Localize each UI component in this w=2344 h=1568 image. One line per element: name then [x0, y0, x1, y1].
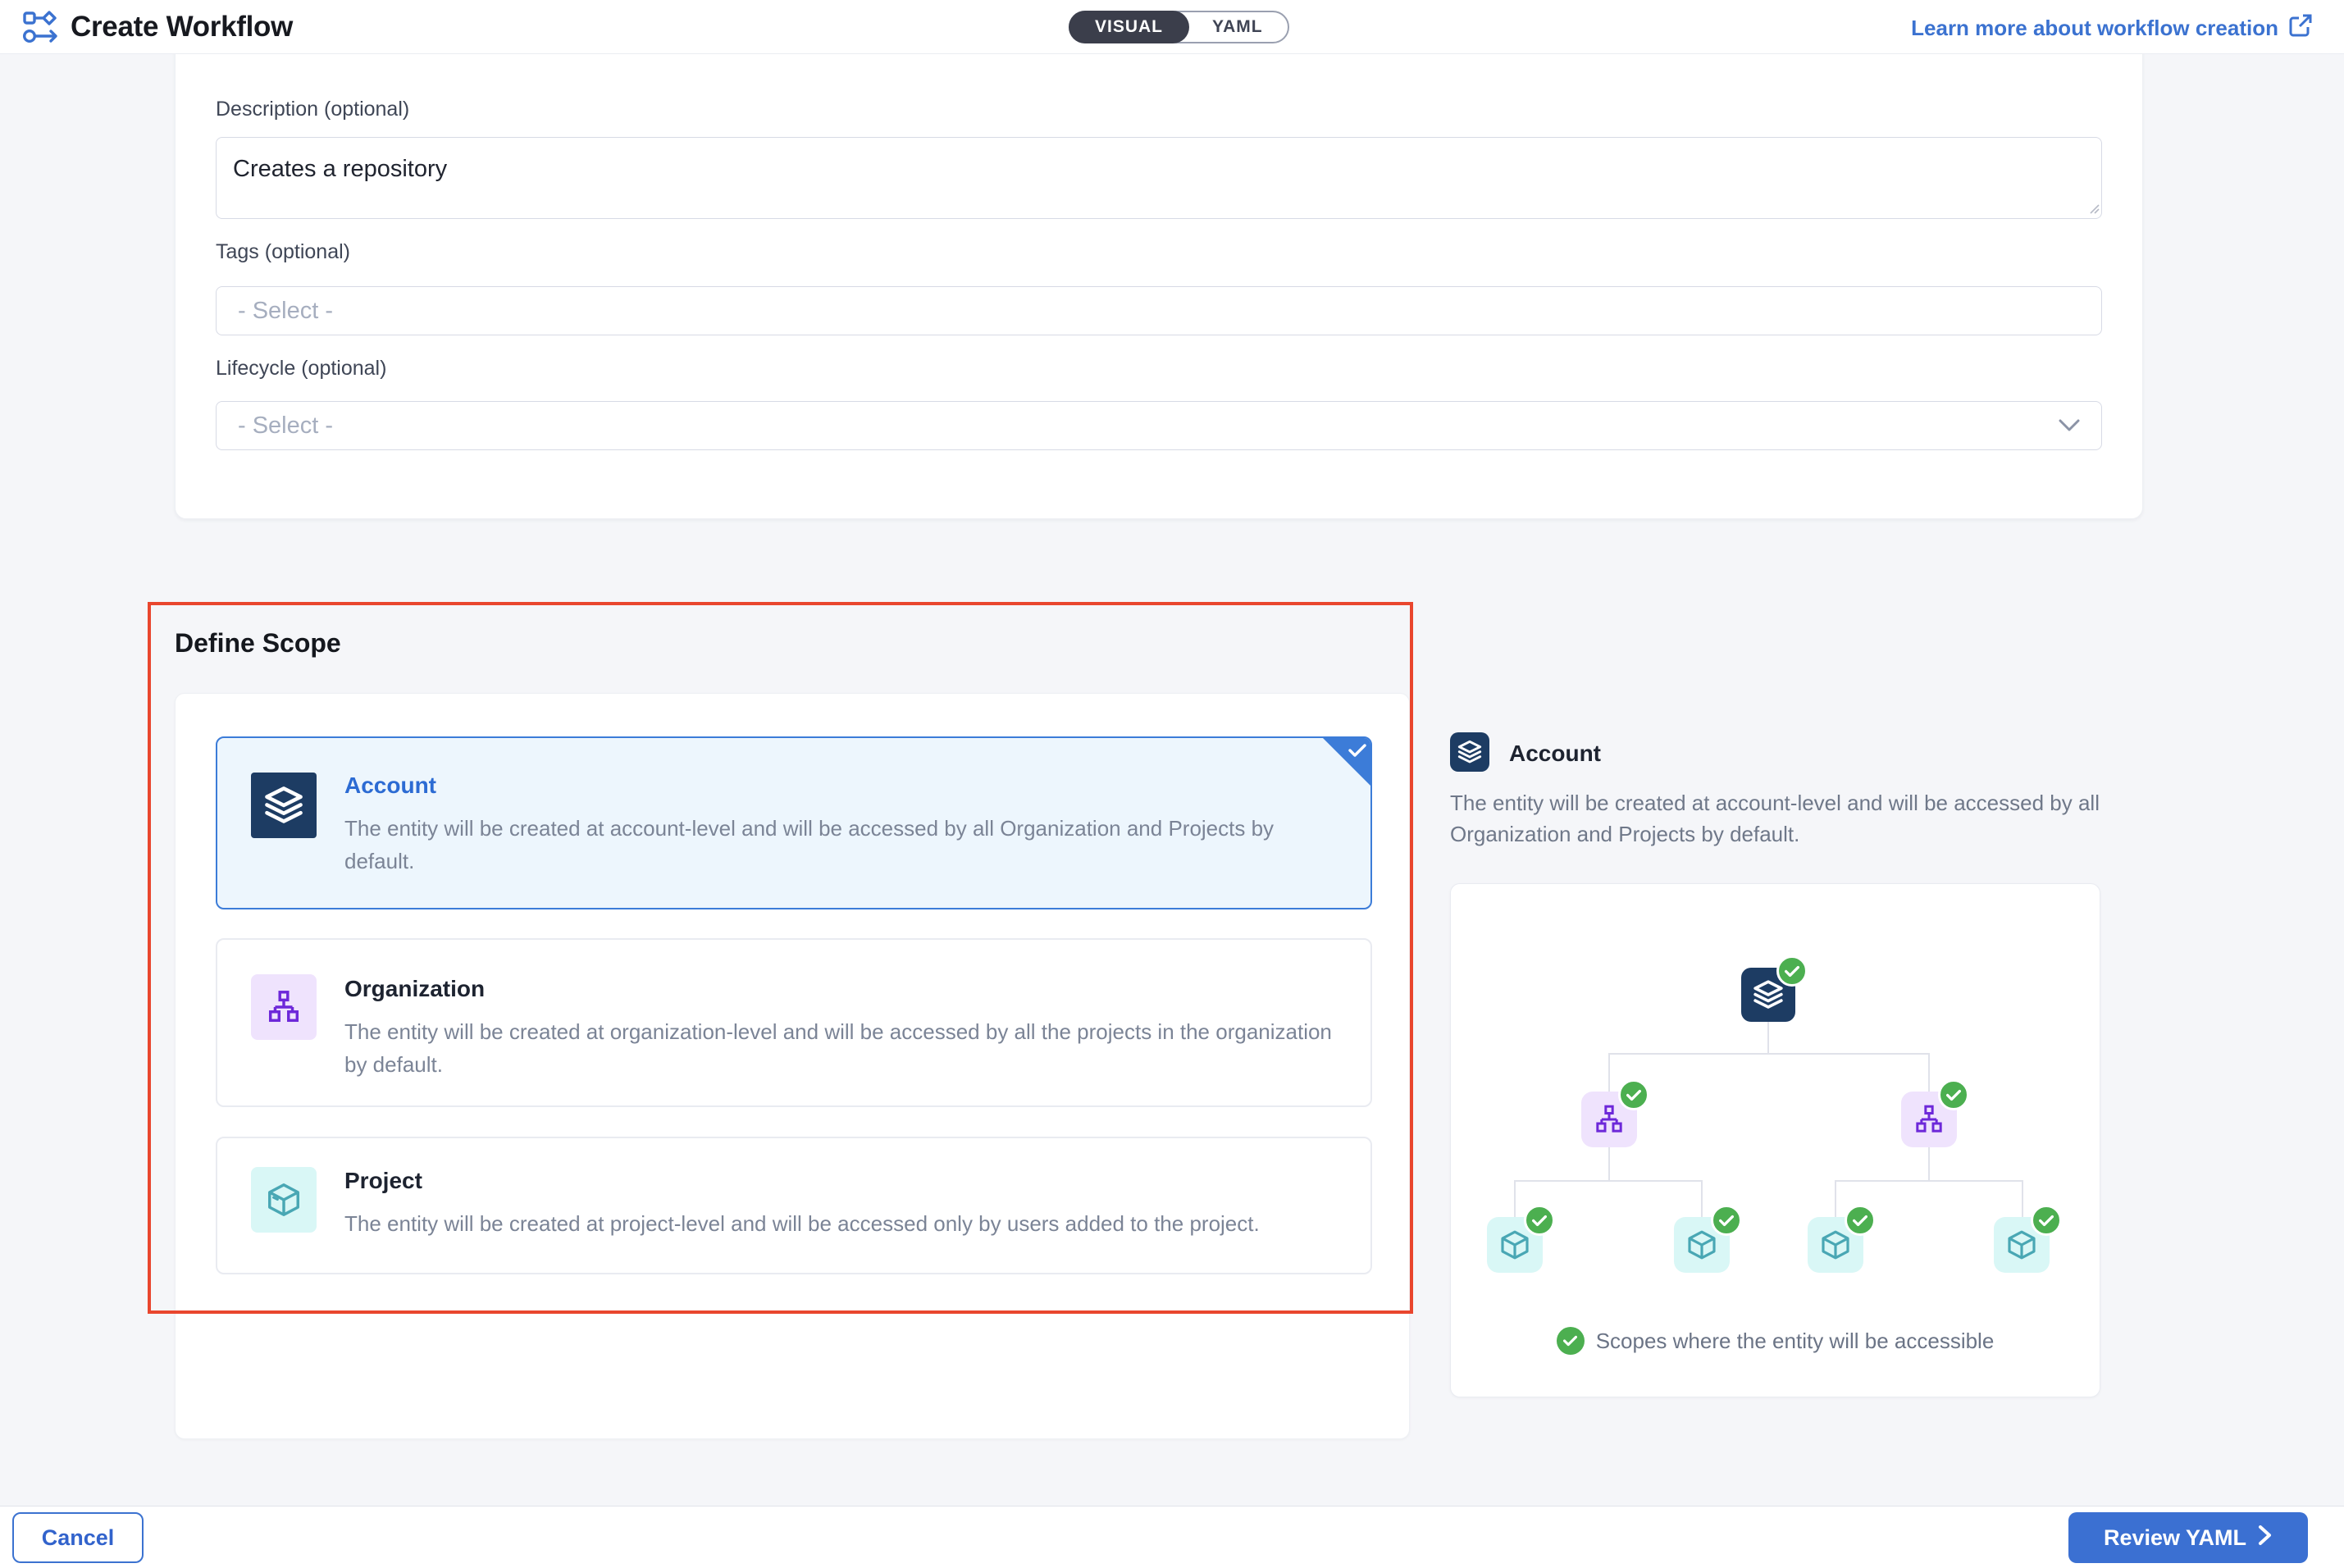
detail-panel-title: Account — [1509, 741, 1601, 767]
tree-line — [1608, 1053, 1930, 1055]
app-header: Create Workflow VISUAL YAML Learn more a… — [0, 0, 2344, 54]
check-badge — [1845, 1205, 1876, 1236]
scope-option-description: The entity will be created at project-le… — [344, 1207, 1407, 1240]
scope-diagram-panel: Scopes where the entity will be accessib… — [1450, 883, 2100, 1397]
workflow-form-card: Description (optional) Creates a reposit… — [175, 0, 2143, 519]
tree-line — [1928, 1147, 1930, 1180]
workflow-icon — [22, 11, 60, 49]
detail-panel-description: The entity will be created at account-le… — [1450, 787, 2114, 850]
tree-line — [1514, 1180, 1703, 1182]
check-badge — [2031, 1205, 2062, 1236]
diagram-project-node — [1487, 1217, 1543, 1273]
description-textarea[interactable]: Creates a repository — [216, 137, 2102, 219]
cube-icon — [1498, 1228, 1531, 1261]
layers-icon — [1450, 732, 1489, 772]
layers-icon — [1752, 978, 1785, 1011]
tree-line — [2022, 1180, 2023, 1217]
scope-option-title: Organization — [344, 976, 485, 1002]
scope-option-description: The entity will be created at account-le… — [344, 812, 1349, 877]
page-title: Create Workflow — [71, 11, 293, 43]
cube-icon — [1819, 1228, 1852, 1261]
diagram-legend-label: Scopes where the entity will be accessib… — [1596, 1329, 1995, 1354]
check-badge — [1776, 955, 1808, 987]
define-scope-heading: Define Scope — [175, 628, 341, 659]
diagram-legend: Scopes where the entity will be accessib… — [1451, 1327, 2100, 1355]
diagram-project-node — [1994, 1217, 2050, 1273]
lifecycle-label: Lifecycle (optional) — [216, 357, 386, 381]
tags-label: Tags (optional) — [216, 240, 350, 264]
scope-option-description: The entity will be created at organizati… — [344, 1015, 1333, 1081]
scope-option-title: Account — [344, 773, 436, 799]
diagram-organization-node — [1901, 1092, 1957, 1147]
check-badge — [1711, 1205, 1742, 1236]
check-badge — [1618, 1079, 1649, 1110]
check-badge — [1524, 1205, 1555, 1236]
cube-icon — [2005, 1228, 2038, 1261]
diagram-project-node — [1674, 1217, 1730, 1273]
tags-select-input[interactable] — [216, 286, 2102, 335]
footer-bar: Cancel Review YAML — [0, 1506, 2344, 1568]
visual-yaml-toggle: VISUAL YAML — [1069, 11, 1289, 43]
tree-line — [1514, 1180, 1516, 1217]
cancel-button[interactable]: Cancel — [12, 1512, 144, 1563]
learn-more-link[interactable]: Learn more about workflow creation — [1911, 13, 2313, 43]
scope-option-organization[interactable]: Organization The entity will be created … — [216, 938, 1372, 1107]
org-chart-icon — [1913, 1103, 1945, 1136]
learn-more-label: Learn more about workflow creation — [1911, 16, 2278, 41]
tree-line — [1835, 1180, 2023, 1182]
lifecycle-placeholder: - Select - — [238, 413, 333, 440]
diagram-project-node — [1808, 1217, 1863, 1273]
cube-icon — [1685, 1228, 1718, 1261]
lifecycle-select[interactable]: - Select - — [216, 401, 2102, 450]
scope-options-panel: Account The entity will be created at ac… — [175, 693, 1410, 1439]
tree-line — [1701, 1180, 1703, 1217]
check-icon — [1348, 743, 1366, 762]
tree-line — [1835, 1180, 1836, 1217]
org-chart-icon — [251, 974, 317, 1040]
diagram-account-node — [1741, 968, 1795, 1022]
check-badge — [1938, 1079, 1969, 1110]
toggle-yaml[interactable]: YAML — [1188, 12, 1288, 42]
scope-option-account[interactable]: Account The entity will be created at ac… — [216, 736, 1372, 909]
scope-option-project[interactable]: Project The entity will be created at pr… — [216, 1137, 1372, 1274]
chevron-down-icon — [2059, 419, 2080, 432]
tree-line — [1928, 1053, 1930, 1092]
scope-option-title: Project — [344, 1168, 422, 1194]
chevron-right-icon — [2258, 1524, 2273, 1552]
tree-line — [1608, 1053, 1610, 1092]
tree-line — [1608, 1147, 1610, 1180]
cube-icon — [251, 1167, 317, 1233]
review-yaml-button[interactable]: Review YAML — [2068, 1512, 2308, 1563]
check-circle-icon — [1557, 1327, 1585, 1355]
external-link-icon — [2288, 13, 2313, 43]
tree-line — [1767, 1022, 1769, 1053]
description-label: Description (optional) — [216, 98, 409, 121]
toggle-visual[interactable]: VISUAL — [1069, 11, 1189, 43]
org-chart-icon — [1593, 1103, 1626, 1136]
diagram-organization-node — [1581, 1092, 1637, 1147]
layers-icon — [251, 773, 317, 838]
review-yaml-label: Review YAML — [2104, 1525, 2246, 1551]
